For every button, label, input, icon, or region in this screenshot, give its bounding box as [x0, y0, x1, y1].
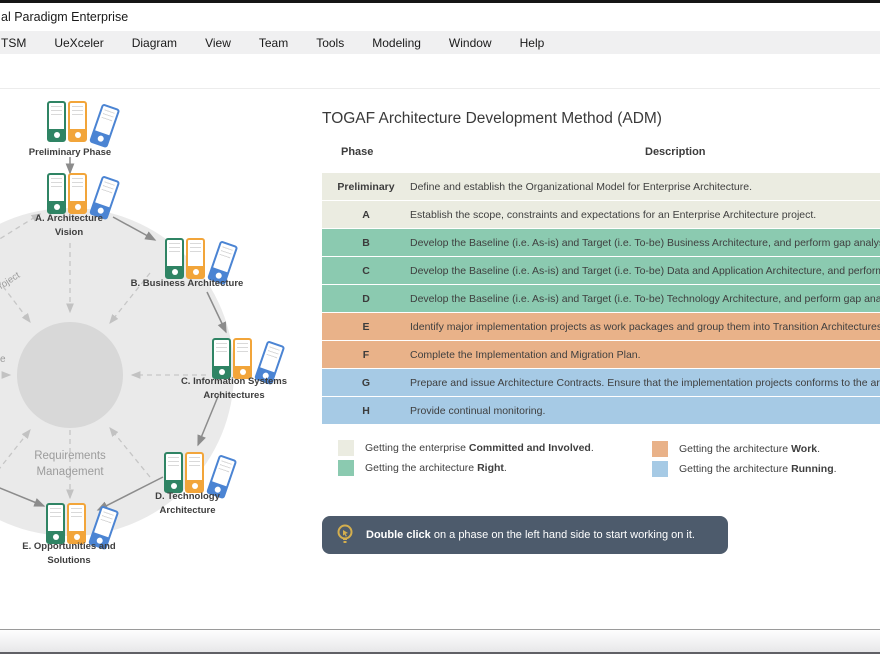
- phase-label-c: C. Information Systems Architectures: [168, 375, 300, 404]
- page-title: TOGAF Architecture Development Method (A…: [322, 110, 662, 128]
- binder-icon: [47, 101, 66, 142]
- legend-committed: Getting the enterprise Committed and Inv…: [338, 440, 594, 456]
- clipped-edge-label: e: [0, 354, 6, 365]
- phase-label-b: B. Business Architecture: [106, 277, 268, 291]
- binder-icon: [186, 238, 205, 279]
- menu-bar: TSM UeXceler Diagram View Team Tools Mod…: [0, 31, 880, 54]
- phase-preliminary[interactable]: [47, 101, 113, 149]
- table-row-h: H Provide continual monitoring.: [322, 397, 880, 424]
- menu-item-help[interactable]: Help: [506, 32, 559, 54]
- phase-label-d: D. Technology Architecture: [140, 490, 235, 519]
- table-row-c: C Develop the Baseline (i.e. As-is) and …: [322, 257, 880, 284]
- menu-item-modeling[interactable]: Modeling: [358, 32, 435, 54]
- binder-icon: [212, 338, 231, 379]
- menu-item-team[interactable]: Team: [245, 32, 302, 54]
- binder-icon: [233, 338, 252, 379]
- binder-icon: [67, 503, 86, 544]
- table-row-e: E Identify major implementation projects…: [322, 313, 880, 340]
- legend-right: Getting the architecture Right.: [338, 460, 507, 476]
- legend-swatch-work: [652, 441, 668, 457]
- legend-work: Getting the architecture Work.: [652, 441, 820, 457]
- status-bar: [0, 629, 880, 654]
- table-row-a: A Establish the scope, constraints and e…: [322, 201, 880, 228]
- menu-item-uexceler[interactable]: UeXceler: [40, 32, 117, 54]
- binder-icon: [165, 238, 184, 279]
- column-header-phase: Phase: [341, 146, 373, 158]
- table-row-d: D Develop the Baseline (i.e. As-is) and …: [322, 285, 880, 312]
- menu-item-view[interactable]: View: [191, 32, 245, 54]
- legend-swatch-right: [338, 460, 354, 476]
- table-row-g: G Prepare and issue Architecture Contrac…: [322, 369, 880, 396]
- table-row-preliminary: Preliminary Define and establish the Org…: [322, 173, 880, 200]
- phase-label-e: E. Opportunities and Solutions: [6, 540, 132, 569]
- binder-icon: [46, 503, 65, 544]
- binder-icon: [185, 452, 204, 493]
- adm-phase-table: Preliminary Define and establish the Org…: [322, 173, 880, 425]
- phase-label-a: A. Architecture Vision: [24, 212, 114, 241]
- binder-icon: [164, 452, 183, 493]
- lightbulb-icon: [335, 523, 355, 547]
- column-header-description: Description: [645, 146, 706, 158]
- window-title: al Paradigm Enterprise: [0, 10, 128, 24]
- title-bar: al Paradigm Enterprise: [0, 3, 880, 30]
- tip-banner: Double click on a phase on the left hand…: [322, 516, 728, 554]
- menu-item-tools[interactable]: Tools: [302, 32, 358, 54]
- table-row-b: B Develop the Baseline (i.e. As-is) and …: [322, 229, 880, 256]
- menu-item-diagram[interactable]: Diagram: [118, 32, 191, 54]
- menu-item-tsm[interactable]: TSM: [0, 32, 40, 54]
- table-row-f: F Complete the Implementation and Migrat…: [322, 341, 880, 368]
- binder-icon: [68, 173, 87, 214]
- menu-item-window[interactable]: Window: [435, 32, 506, 54]
- binder-icon: [68, 101, 87, 142]
- binder-icon: [47, 173, 66, 214]
- legend-running: Getting the architecture Running.: [652, 461, 837, 477]
- legend-swatch-running: [652, 461, 668, 477]
- legend-swatch-committed: [338, 440, 354, 456]
- requirements-management-hub: Requirements Management: [0, 448, 140, 480]
- phase-label-preliminary: Preliminary Phase: [9, 146, 131, 160]
